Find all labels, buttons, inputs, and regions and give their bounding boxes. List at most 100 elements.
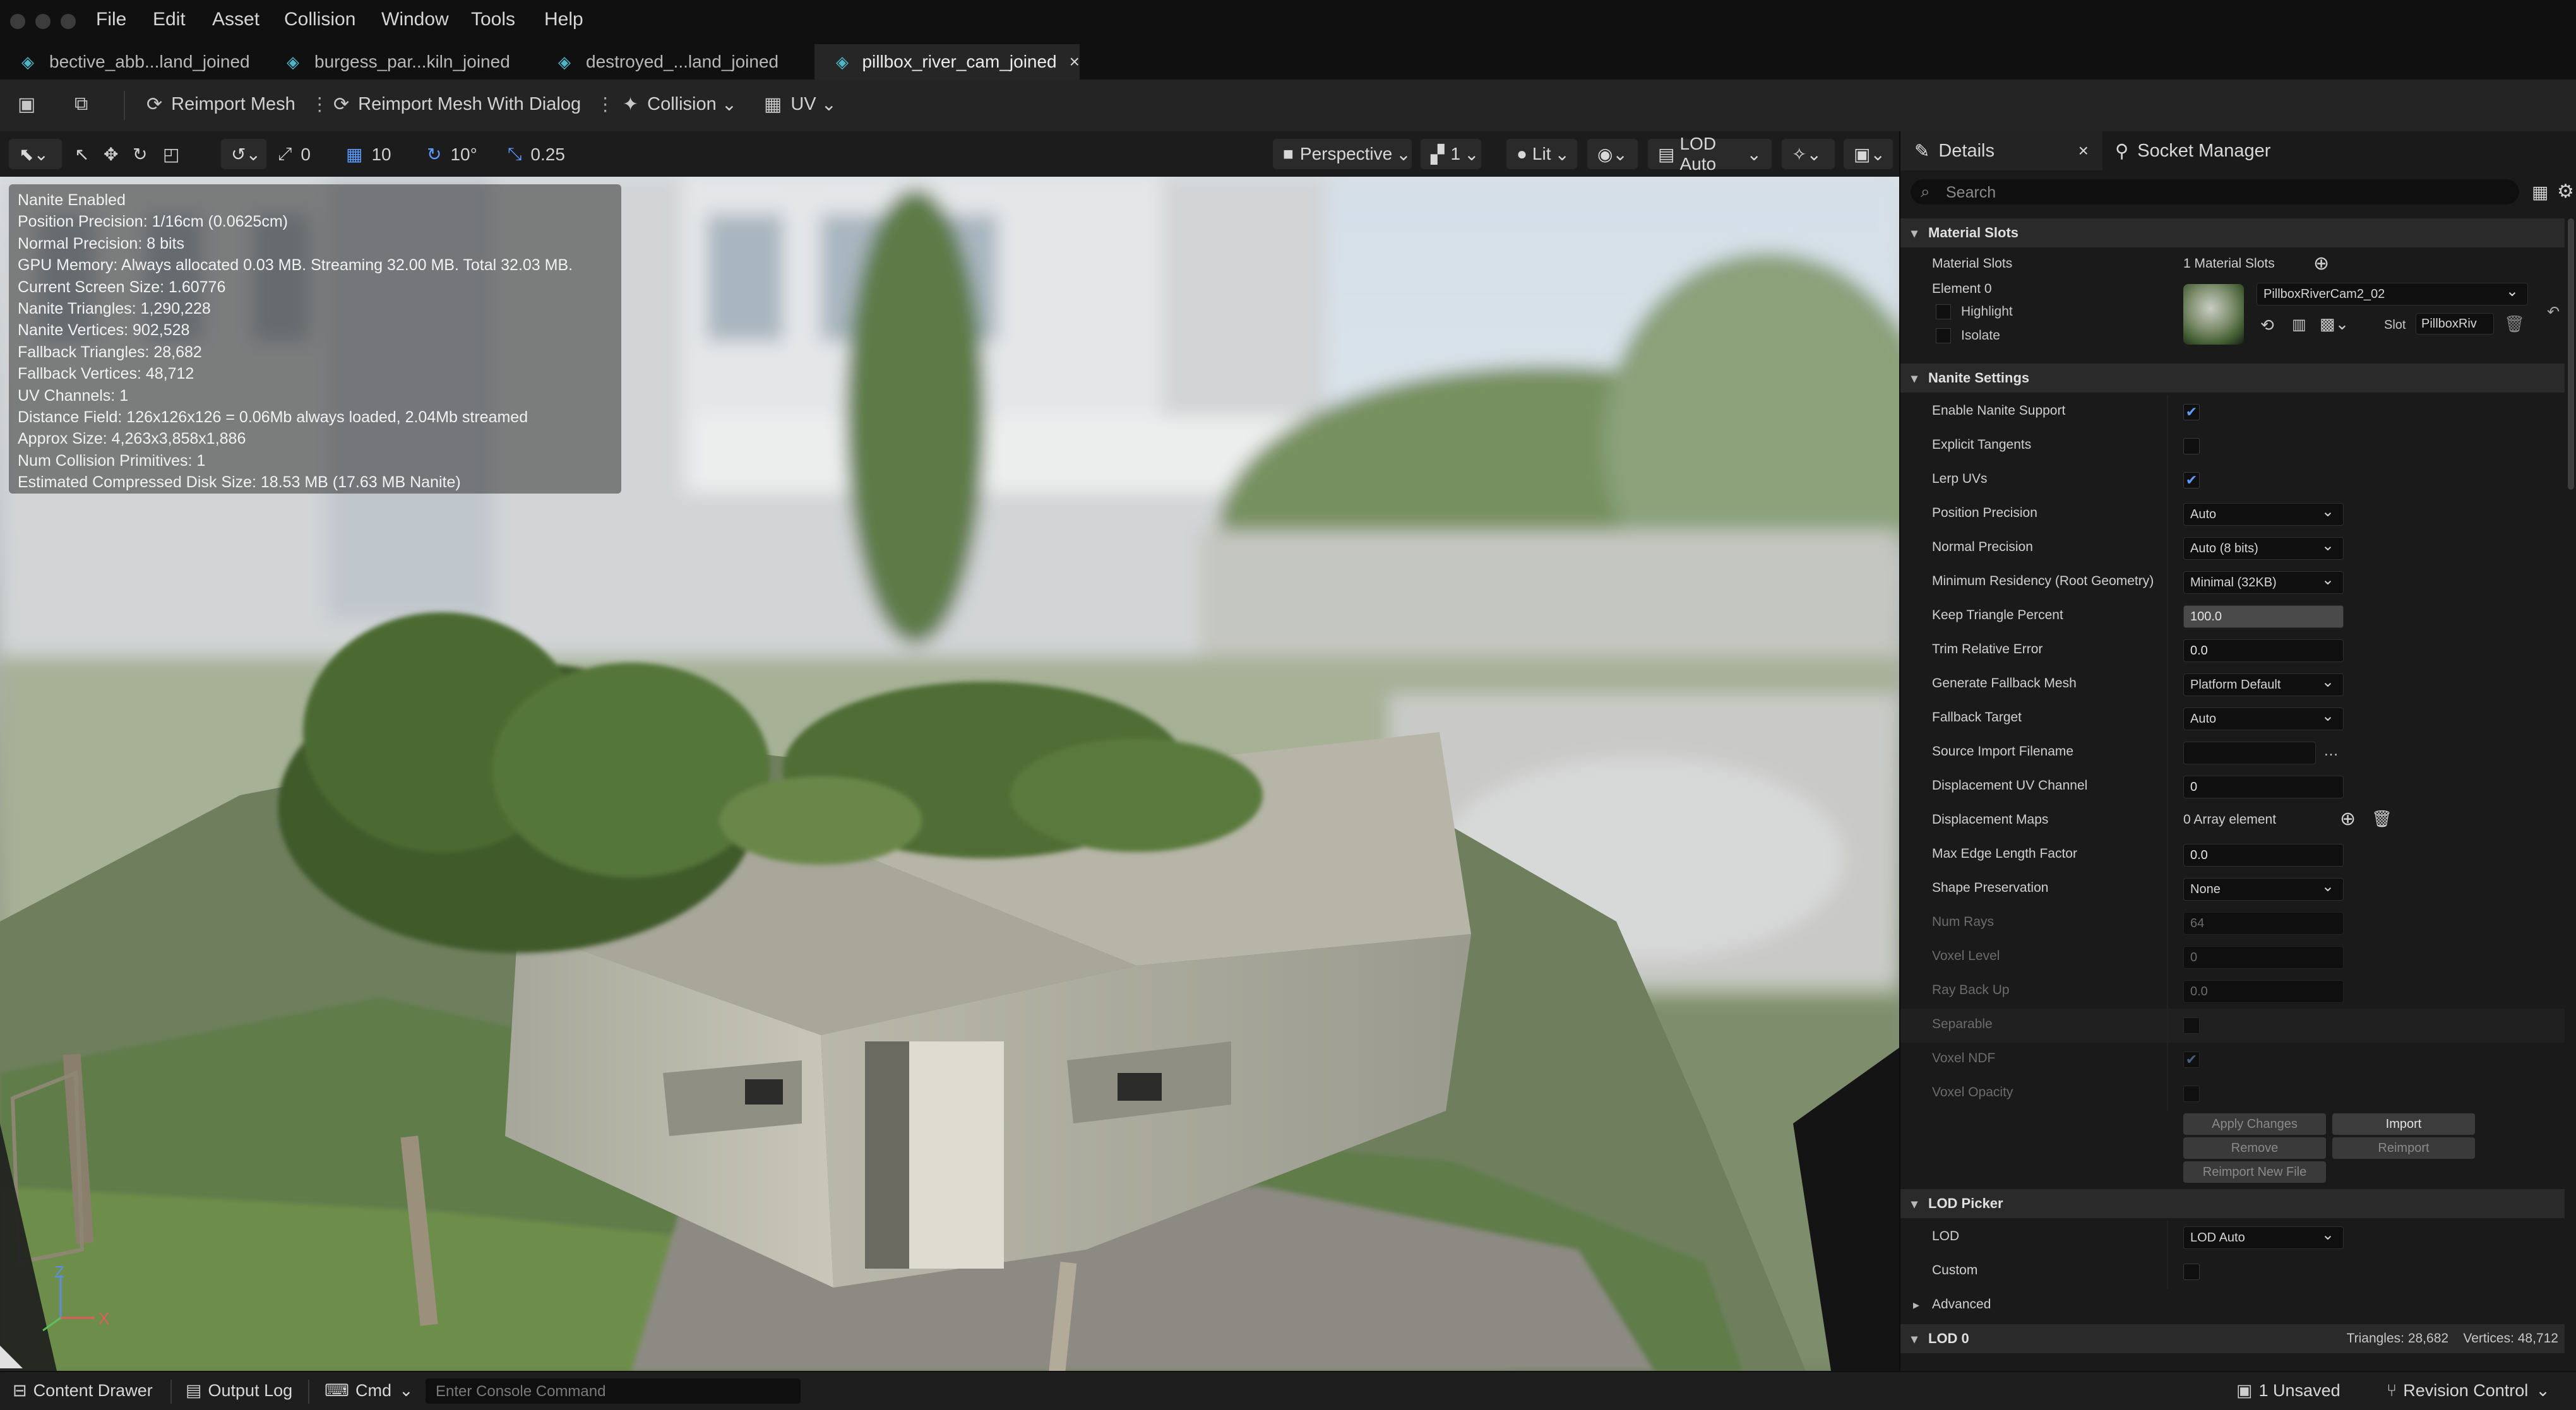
remove-button[interactable]: Remove [2183, 1137, 2326, 1159]
camera-speed-dropdown[interactable]: ▞ 1 ⌄ [1421, 139, 1481, 169]
settings-gear-icon[interactable]: ⚙ [2557, 181, 2574, 203]
keep-triangle-percent-slider[interactable]: 100.0 [2183, 605, 2344, 628]
material-thumbnail[interactable] [2183, 284, 2244, 345]
layout-dropdown[interactable]: ▣⌄ [1844, 139, 1893, 169]
select-mode-dropdown[interactable]: ⬉⌄ [9, 139, 62, 169]
minimize-window-icon[interactable] [35, 14, 51, 29]
collision-dropdown[interactable]: ✦ Collision ⌄ [623, 93, 737, 116]
trim-error-field[interactable]: 0.0 [2183, 639, 2344, 662]
custom-lod-checkbox[interactable] [2183, 1264, 2200, 1280]
row-advanced[interactable]: ▸ Advanced [1900, 1289, 2565, 1323]
material-picker-dropdown[interactable]: PillboxRiverCam2_02 ⌄ [2257, 283, 2528, 305]
slot-name-field[interactable]: PillboxRiv [2416, 313, 2494, 335]
browse-folder-icon[interactable]: ▥ [2292, 316, 2306, 334]
details-scrollbar-track[interactable] [2566, 218, 2576, 1371]
lod-picker-dropdown[interactable]: LOD Auto [2183, 1226, 2344, 1249]
reimport-button[interactable]: Reimport [2332, 1137, 2475, 1159]
reimport-new-file-button[interactable]: Reimport New File [2183, 1161, 2326, 1183]
row-label: Custom [1932, 1263, 1978, 1277]
grid-snap[interactable]: ▦ 10 [346, 144, 391, 165]
tab-bective[interactable]: ◈ bective_abb...land_joined [0, 44, 265, 80]
more-options-icon[interactable]: ⋮ [311, 93, 329, 116]
delete-all-icon[interactable]: 🗑 [2371, 809, 2392, 829]
section-lod0[interactable]: ▾ LOD 0 Triangles: 28,682 Vertices: 48,7… [1900, 1324, 2565, 1353]
add-element-icon[interactable]: ⊕ [2340, 808, 2356, 830]
close-panel-icon[interactable]: × [2078, 141, 2089, 161]
section-lod-picker[interactable]: ▾ LOD Picker [1900, 1189, 2565, 1218]
tab-pillbox[interactable]: ◈ pillbox_river_cam_joined × [814, 44, 1080, 80]
table-view-icon[interactable]: ▦ [2532, 182, 2548, 203]
checker-icon[interactable]: ▩⌄ [2320, 314, 2349, 334]
output-log-button[interactable]: ▤ Output Log [186, 1381, 292, 1401]
delete-slot-icon[interactable]: 🗑 [2504, 314, 2525, 334]
show-dropdown[interactable]: ◉⌄ [1587, 139, 1638, 169]
more-options-icon[interactable]: ⋮ [596, 93, 614, 116]
content-drawer-button[interactable]: ⊟ Content Drawer [13, 1381, 153, 1401]
lerp-uvs-checkbox[interactable]: ✔ [2183, 472, 2200, 489]
tab-details[interactable]: ✎ Details × [1900, 131, 2102, 170]
menu-help[interactable]: Help [544, 9, 583, 30]
reimport-mesh-button[interactable]: ⟳ Reimport Mesh ⋮ [146, 93, 329, 116]
min-residency-dropdown[interactable]: Minimal (32KB) [2183, 571, 2344, 594]
close-window-icon[interactable] [10, 14, 25, 29]
details-search-input[interactable]: ⌕ Search [1911, 179, 2519, 204]
menu-file[interactable]: File [96, 9, 126, 30]
generate-fallback-dropdown[interactable]: Platform Default [2183, 673, 2344, 696]
tab-socket-manager[interactable]: ⚲ Socket Manager [2115, 131, 2305, 170]
use-selected-icon[interactable]: ⟲ [2260, 316, 2274, 335]
reimport-with-dialog-button[interactable]: ⟳ Reimport Mesh With Dialog ⋮ [333, 93, 614, 116]
highlight-checkbox[interactable] [1936, 304, 1951, 319]
surface-snap[interactable]: ⤢ 0 [278, 144, 311, 165]
stat-line: Nanite Triangles: 1,290,228 [18, 300, 211, 318]
view-mode-dropdown[interactable]: ● Lit ⌄ [1506, 139, 1577, 169]
position-precision-dropdown[interactable]: Auto [2183, 502, 2344, 526]
normal-precision-dropdown[interactable]: Auto (8 bits) [2183, 536, 2344, 560]
add-slot-icon[interactable]: ⊕ [2313, 252, 2329, 275]
enable-nanite-checkbox[interactable]: ✔ [2183, 404, 2200, 420]
lod-dropdown[interactable]: ▤ LOD Auto ⌄ [1648, 134, 1772, 174]
explicit-tangents-checkbox[interactable] [2183, 438, 2200, 454]
apply-changes-button[interactable]: Apply Changes [2183, 1113, 2326, 1135]
menu-asset[interactable]: Asset [212, 9, 259, 30]
row-divider [2167, 1077, 2168, 1111]
scale-tool-icon[interactable]: ◰ [163, 144, 179, 165]
perspective-dropdown[interactable]: ■ Perspective ⌄ [1273, 139, 1412, 169]
details-scrollbar-thumb[interactable] [2568, 218, 2574, 490]
revision-control-button[interactable]: ⑂ Revision Control ⌄ [2387, 1381, 2550, 1401]
chevron-right-icon: ▸ [1913, 1298, 1920, 1312]
shape-preservation-dropdown[interactable]: None [2183, 877, 2344, 901]
save-icon[interactable]: ▣ [18, 93, 44, 116]
rotate-tool-icon[interactable]: ↻ [133, 144, 147, 165]
menu-tools[interactable]: Tools [471, 9, 515, 30]
coordinate-space-dropdown[interactable]: ↺⌄ [221, 139, 266, 169]
menu-window[interactable]: Window [381, 9, 449, 30]
mesh-viewport[interactable]: Z X Nanite Enabled Position Precision: 1… [0, 177, 1899, 1371]
cmd-dropdown[interactable]: ⌨ Cmd ⌄ [325, 1381, 414, 1401]
close-tab-icon[interactable]: × [1070, 52, 1080, 72]
select-tool-icon[interactable]: ↖ [75, 144, 89, 165]
scale-snap[interactable]: ⤡ 0.25 [508, 144, 565, 165]
displacement-uv-field[interactable]: 0 [2183, 776, 2344, 798]
section-nanite-settings[interactable]: ▾ Nanite Settings [1900, 364, 2565, 393]
max-edge-field[interactable]: 0.0 [2183, 844, 2344, 867]
angle-snap[interactable]: ↻ 10° [427, 144, 477, 165]
browse-ellipsis-icon[interactable]: … [2323, 742, 2339, 760]
maximize-window-icon[interactable] [61, 14, 76, 29]
console-command-input[interactable]: Enter Console Command [426, 1378, 801, 1404]
source-import-field[interactable] [2183, 742, 2316, 764]
tab-destroyed[interactable]: ◈ destroyed_...land_joined [537, 44, 814, 80]
section-material-slots[interactable]: ▾ Material Slots [1900, 218, 2565, 247]
unsaved-button[interactable]: ▣ 1 Unsaved [2236, 1381, 2340, 1401]
fallback-target-dropdown[interactable]: Auto [2183, 707, 2344, 730]
isolate-checkbox[interactable] [1936, 328, 1951, 343]
import-button[interactable]: Import [2332, 1113, 2475, 1135]
uv-dropdown[interactable]: ▦ UV ⌄ [764, 93, 837, 116]
tab-burgess[interactable]: ◈ burgess_par...kiln_joined [265, 44, 537, 80]
row-voxel-opacity: Voxel Opacity [1900, 1077, 2565, 1111]
translate-tool-icon[interactable]: ✥ [104, 144, 118, 165]
menu-edit[interactable]: Edit [153, 9, 186, 30]
realtime-dropdown[interactable]: ✧⌄ [1782, 139, 1835, 169]
reset-arrow-icon[interactable]: ↶ [2547, 303, 2560, 321]
menu-collision[interactable]: Collision [284, 9, 355, 30]
browse-asset-icon[interactable]: ⧉ [75, 93, 97, 115]
